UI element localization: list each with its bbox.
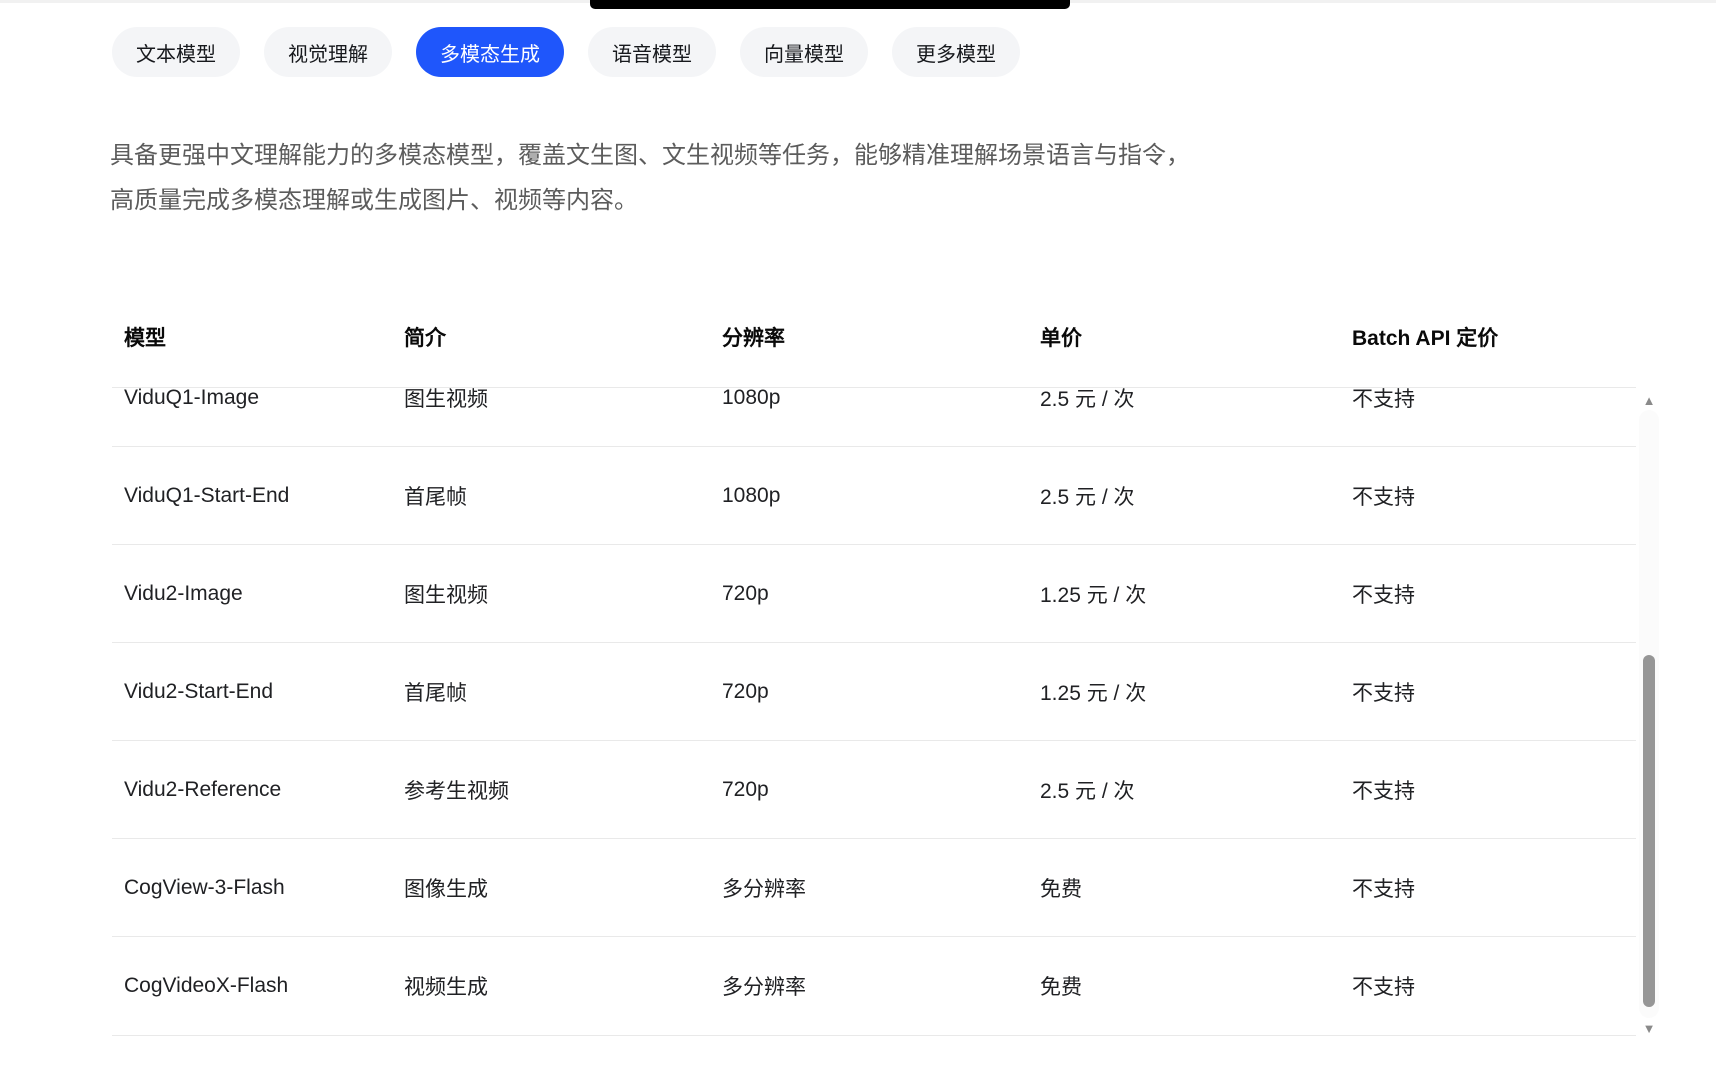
- top-black-bar: [590, 0, 1070, 9]
- cell-resolution: 720p: [722, 680, 1040, 704]
- cell-model: ViduQ1-Image: [124, 388, 404, 410]
- table-row: Vidu2-Image图生视频720p1.25 元 / 次不支持: [112, 545, 1636, 643]
- cell-model: Vidu2-Image: [124, 582, 404, 606]
- table-row: CogVideoX-Flash视频生成多分辨率免费不支持: [112, 937, 1636, 1035]
- table-header-row: 模型简介分辨率单价Batch API 定价: [112, 283, 1636, 388]
- table-row: ViduQ1-Start-End首尾帧1080p2.5 元 / 次不支持: [112, 447, 1636, 545]
- cell-resolution: 720p: [722, 582, 1040, 606]
- scroll-up-arrow-icon[interactable]: ▲: [1638, 394, 1660, 408]
- table-row: Vidu2-Start-End首尾帧720p1.25 元 / 次不支持: [112, 643, 1636, 741]
- cell-batch: 不支持: [1352, 388, 1636, 413]
- scrollbar[interactable]: ▲ ▼: [1638, 392, 1660, 1036]
- cell-summary: 图生视频: [404, 579, 722, 609]
- tab-more-models[interactable]: 更多模型: [892, 27, 1020, 77]
- cell-price: 免费: [1040, 971, 1352, 1001]
- description-line-1: 具备更强中文理解能力的多模态模型，覆盖文生图、文生视频等任务，能够精准理解场景语…: [110, 133, 1190, 178]
- table-body-viewport: ViduQ1-Image图生视频1080p2.5 元 / 次不支持ViduQ1-…: [112, 388, 1636, 1036]
- pricing-page: 文本模型视觉理解多模态生成语音模型向量模型更多模型 具备更强中文理解能力的多模态…: [0, 0, 1716, 1074]
- column-header: 分辨率: [722, 322, 1040, 387]
- cell-price: 免费: [1040, 873, 1352, 903]
- cell-model: ViduQ1-Start-End: [124, 484, 404, 508]
- cell-summary: 首尾帧: [404, 481, 722, 511]
- column-header: 简介: [404, 322, 722, 387]
- cell-batch: 不支持: [1352, 579, 1636, 609]
- table-row: Vidu2-Reference参考生视频720p2.5 元 / 次不支持: [112, 741, 1636, 839]
- description-line-2: 高质量完成多模态理解或生成图片、视频等内容。: [110, 178, 1190, 223]
- cell-resolution: 1080p: [722, 484, 1040, 508]
- cell-price: 2.5 元 / 次: [1040, 775, 1352, 805]
- cell-resolution: 多分辨率: [722, 873, 1040, 903]
- tab-embedding-models[interactable]: 向量模型: [740, 27, 868, 77]
- cell-summary: 图像生成: [404, 873, 722, 903]
- column-header: 模型: [124, 322, 404, 387]
- cell-summary: 首尾帧: [404, 677, 722, 707]
- column-header: Batch API 定价: [1352, 322, 1636, 387]
- tab-text-models[interactable]: 文本模型: [112, 27, 240, 77]
- cell-resolution: 720p: [722, 778, 1040, 802]
- cell-resolution: 多分辨率: [722, 971, 1040, 1001]
- pricing-table: 模型简介分辨率单价Batch API 定价 ViduQ1-Image图生视频10…: [112, 283, 1636, 1036]
- column-header: 单价: [1040, 322, 1352, 387]
- cell-model: CogView-3-Flash: [124, 876, 404, 900]
- cell-model: Vidu2-Reference: [124, 778, 404, 802]
- tab-speech-models[interactable]: 语音模型: [588, 27, 716, 77]
- table-body: ViduQ1-Image图生视频1080p2.5 元 / 次不支持ViduQ1-…: [112, 388, 1636, 1035]
- cell-batch: 不支持: [1352, 775, 1636, 805]
- cell-price: 2.5 元 / 次: [1040, 388, 1352, 413]
- cell-summary: 视频生成: [404, 971, 722, 1001]
- cell-batch: 不支持: [1352, 873, 1636, 903]
- cell-batch: 不支持: [1352, 481, 1636, 511]
- tab-multimodal-generation[interactable]: 多模态生成: [416, 27, 564, 77]
- category-description: 具备更强中文理解能力的多模态模型，覆盖文生图、文生视频等任务，能够精准理解场景语…: [110, 133, 1190, 223]
- cell-summary: 参考生视频: [404, 775, 722, 805]
- cell-price: 1.25 元 / 次: [1040, 677, 1352, 707]
- cell-batch: 不支持: [1352, 971, 1636, 1001]
- cell-model: Vidu2-Start-End: [124, 680, 404, 704]
- table-row: ViduQ1-Image图生视频1080p2.5 元 / 次不支持: [112, 388, 1636, 447]
- scroll-down-arrow-icon[interactable]: ▼: [1638, 1022, 1660, 1036]
- cell-summary: 图生视频: [404, 388, 722, 413]
- table-row: CogView-3-Flash图像生成多分辨率免费不支持: [112, 839, 1636, 937]
- scrollbar-thumb[interactable]: [1643, 655, 1655, 1007]
- cell-price: 1.25 元 / 次: [1040, 579, 1352, 609]
- cell-batch: 不支持: [1352, 677, 1636, 707]
- cell-price: 2.5 元 / 次: [1040, 481, 1352, 511]
- model-category-tabs: 文本模型视觉理解多模态生成语音模型向量模型更多模型: [112, 27, 1020, 77]
- cell-model: CogVideoX-Flash: [124, 974, 404, 998]
- tab-vision-understanding[interactable]: 视觉理解: [264, 27, 392, 77]
- cell-resolution: 1080p: [722, 388, 1040, 410]
